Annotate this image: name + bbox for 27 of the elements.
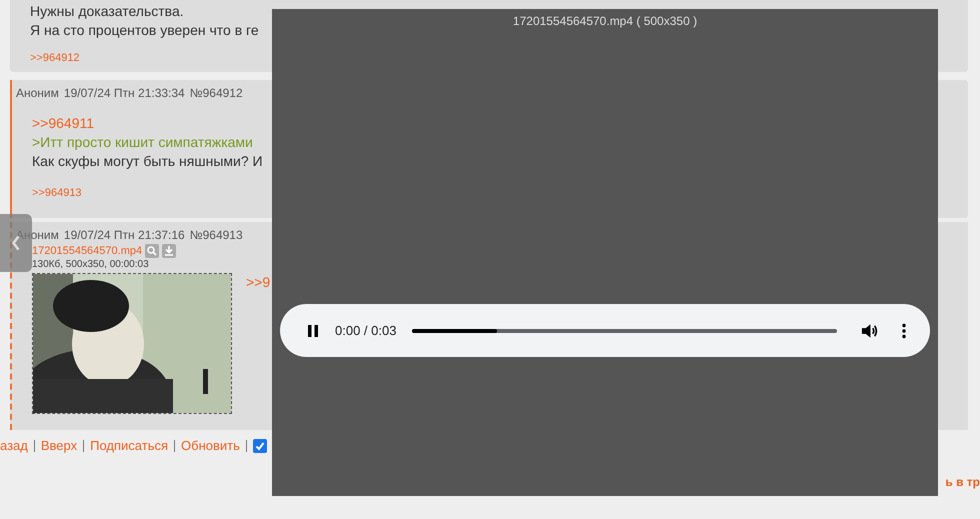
progress-track[interactable] [412,328,837,332]
poster-name: Аноним [16,86,59,100]
post-number[interactable]: №964912 [190,86,243,100]
pause-icon[interactable] [307,324,319,338]
post-text: Как скуфы могут быть няшными? И [32,152,263,171]
reply-link[interactable]: >>964912 [30,52,80,64]
post-text: Я на сто процентов уверен что в ге [30,21,259,40]
post-text: Нужны доказательства. [30,2,184,21]
post-number[interactable]: №964913 [190,228,243,242]
video-title: 17201554564570.mp4 ( 500x350 ) [512,14,698,28]
more-icon[interactable] [902,322,906,338]
quote-text: >Итт просто кишит симпатяжками [32,133,253,152]
post-date: 19/07/24 Птн 21:37:16 [64,228,185,242]
post-date: 19/07/24 Птн 21:33:34 [64,86,185,100]
reply-link[interactable]: >>964913 [32,187,82,199]
reply-link[interactable]: >>9 [246,273,270,292]
bottom-link[interactable]: ь в тр [945,475,980,489]
file-link[interactable]: 17201554564570.mp4 [32,245,142,257]
nav-link[interactable]: Подписаться [90,438,168,453]
nav-link[interactable]: Вверх [40,438,78,453]
file-info: 130Кб, 500x350, 00:00:03 [31,258,150,272]
time-display: 0:00 / 0:03 [335,323,396,338]
nav-link[interactable]: Обновить [181,438,240,453]
volume-icon[interactable] [861,322,878,338]
checkbox[interactable] [252,438,267,452]
reply-link[interactable]: >>964911 [32,114,94,133]
nav-link[interactable]: азад [0,438,28,453]
